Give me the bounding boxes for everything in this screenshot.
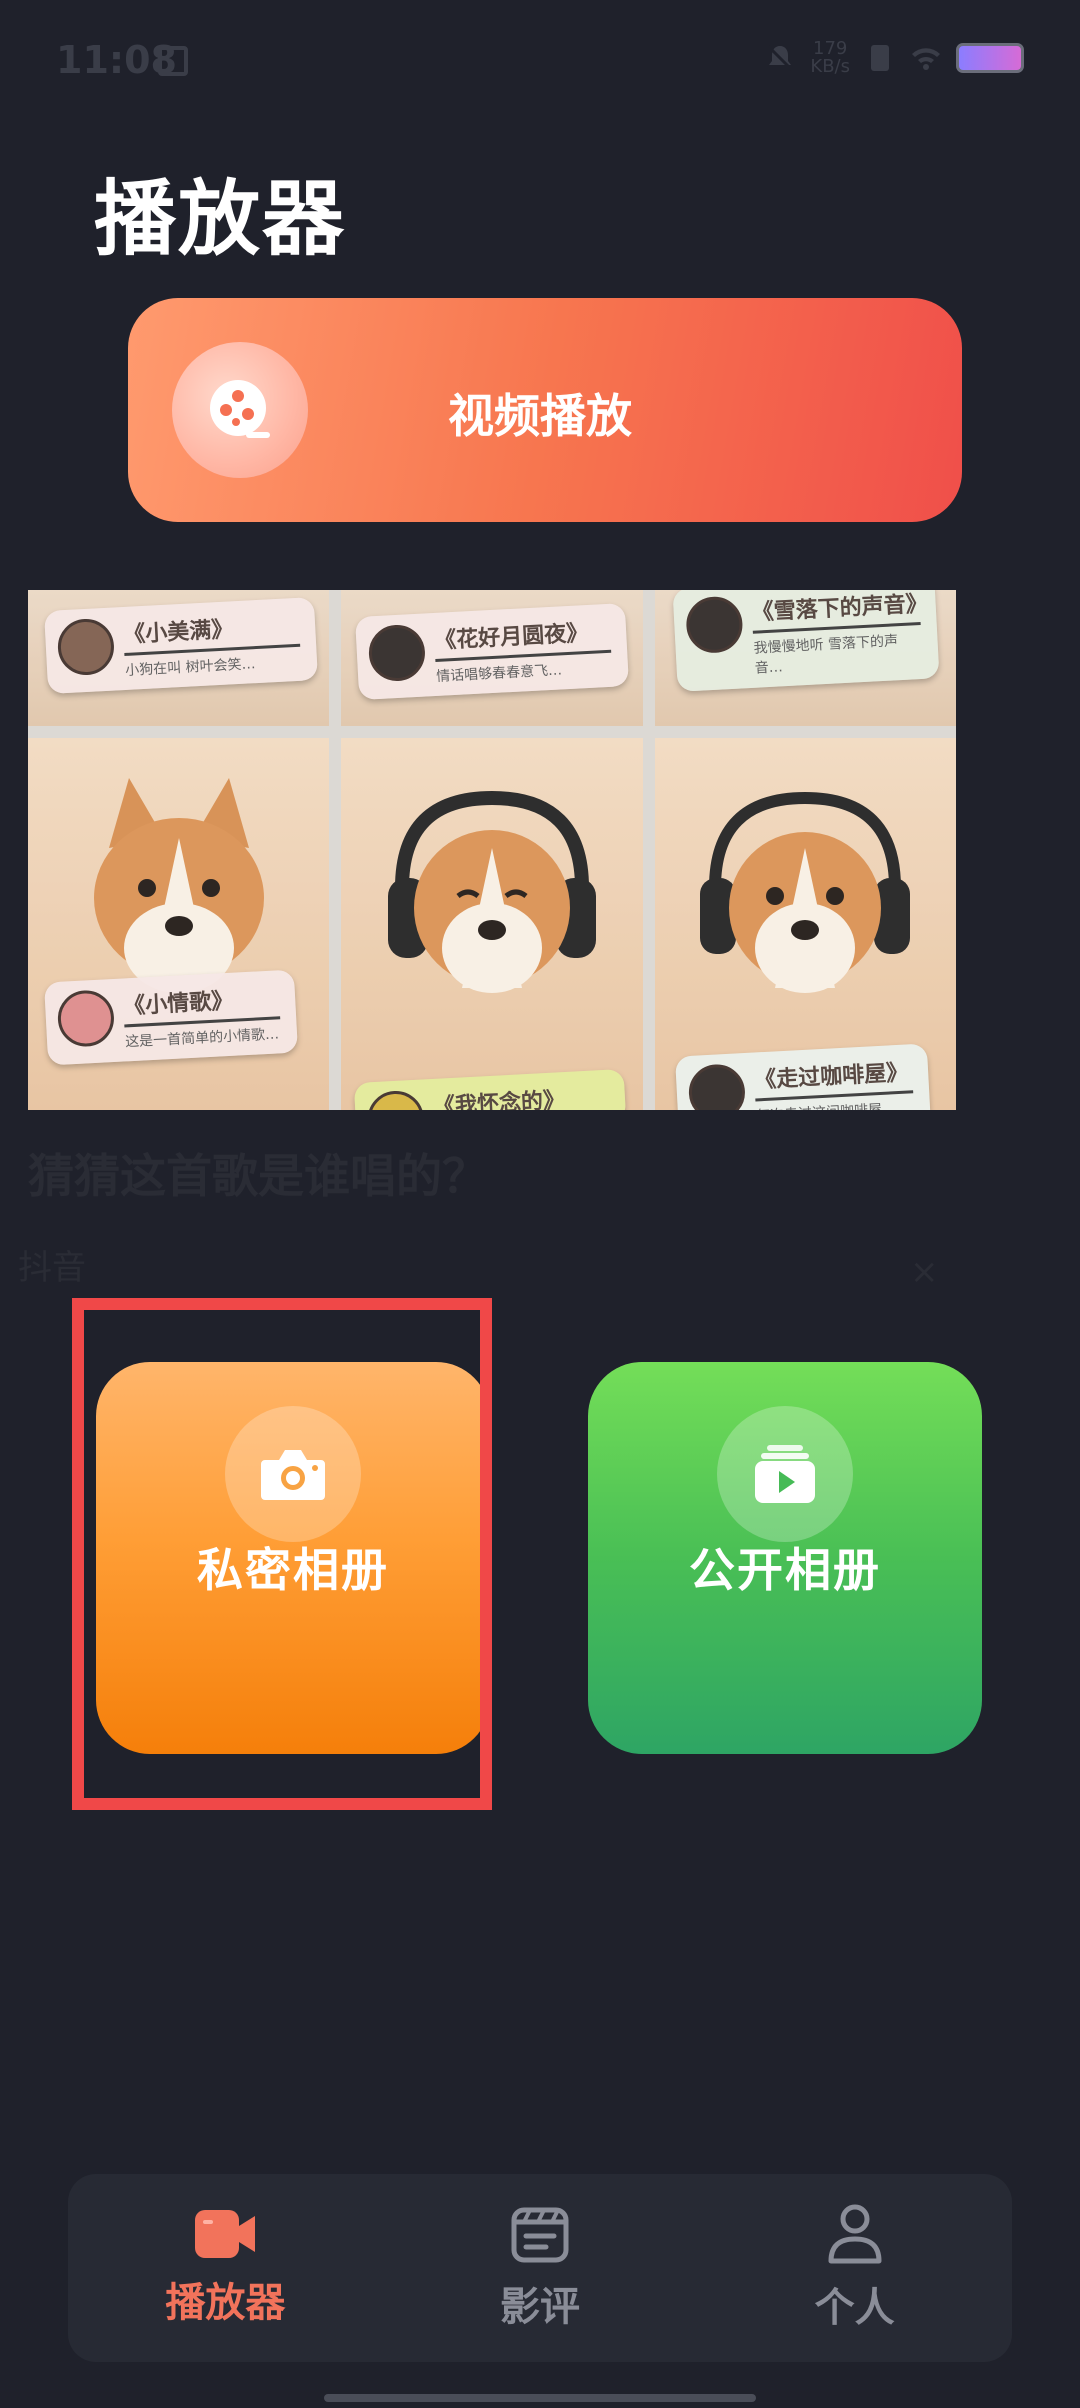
ad-close-button[interactable]: ×: [910, 1252, 939, 1292]
bottom-nav: 播放器 影评 个人: [68, 2174, 1012, 2362]
app-screen: 11:08 179 KB/s 播放器 视频播放 《小美满》 小狗在叫 树叶会笑……: [0, 0, 1080, 2408]
video-play-button[interactable]: 视频播放: [128, 298, 962, 522]
wifi-icon: [912, 48, 940, 70]
sim-card-icon: [158, 46, 188, 76]
public-album-button[interactable]: 公开相册: [588, 1362, 982, 1754]
status-right: 179 KB/s: [764, 40, 1024, 76]
nav-label-player: 播放器: [165, 2280, 286, 2326]
clapperboard-icon: [511, 2207, 569, 2263]
page-title: 播放器: [94, 172, 347, 267]
video-play-label: 视频播放: [448, 389, 632, 443]
network-speed-unit: KB/s: [810, 56, 850, 77]
nav-item-profile[interactable]: 个人: [697, 2174, 1012, 2362]
home-indicator[interactable]: [324, 2394, 756, 2402]
sim-slot-icon: [871, 45, 889, 71]
video-album-icon: [755, 1445, 815, 1503]
mute-bell-icon: [767, 44, 794, 72]
ad-overlay: [28, 590, 956, 1110]
ad-source: 抖音: [18, 1248, 86, 1288]
nav-label-profile: 个人: [814, 2285, 895, 2331]
public-album-label: 公开相册: [689, 1543, 881, 1597]
battery-icon: [956, 43, 1024, 73]
nav-item-review[interactable]: 影评: [383, 2174, 698, 2362]
ad-banner[interactable]: 《小美满》 小狗在叫 树叶会笑… 《花好月圆夜》 情话唱够春春意飞… 《雪落下的…: [28, 590, 956, 1110]
film-reel-icon: [210, 380, 270, 438]
network-speed: 179 KB/s: [810, 40, 850, 76]
highlight-box: [72, 1298, 492, 1810]
status-bar: 11:08 179 KB/s: [0, 0, 1080, 120]
ad-caption: 猜猜这首歌是谁唱的？: [28, 1149, 488, 1203]
video-camera-icon: [195, 2210, 256, 2258]
nav-item-player[interactable]: 播放器: [68, 2174, 383, 2362]
public-album-icon-circle: [717, 1406, 853, 1542]
person-icon: [828, 2204, 882, 2264]
nav-label-review: 影评: [500, 2284, 580, 2330]
vb-icon-circle: [172, 342, 308, 478]
